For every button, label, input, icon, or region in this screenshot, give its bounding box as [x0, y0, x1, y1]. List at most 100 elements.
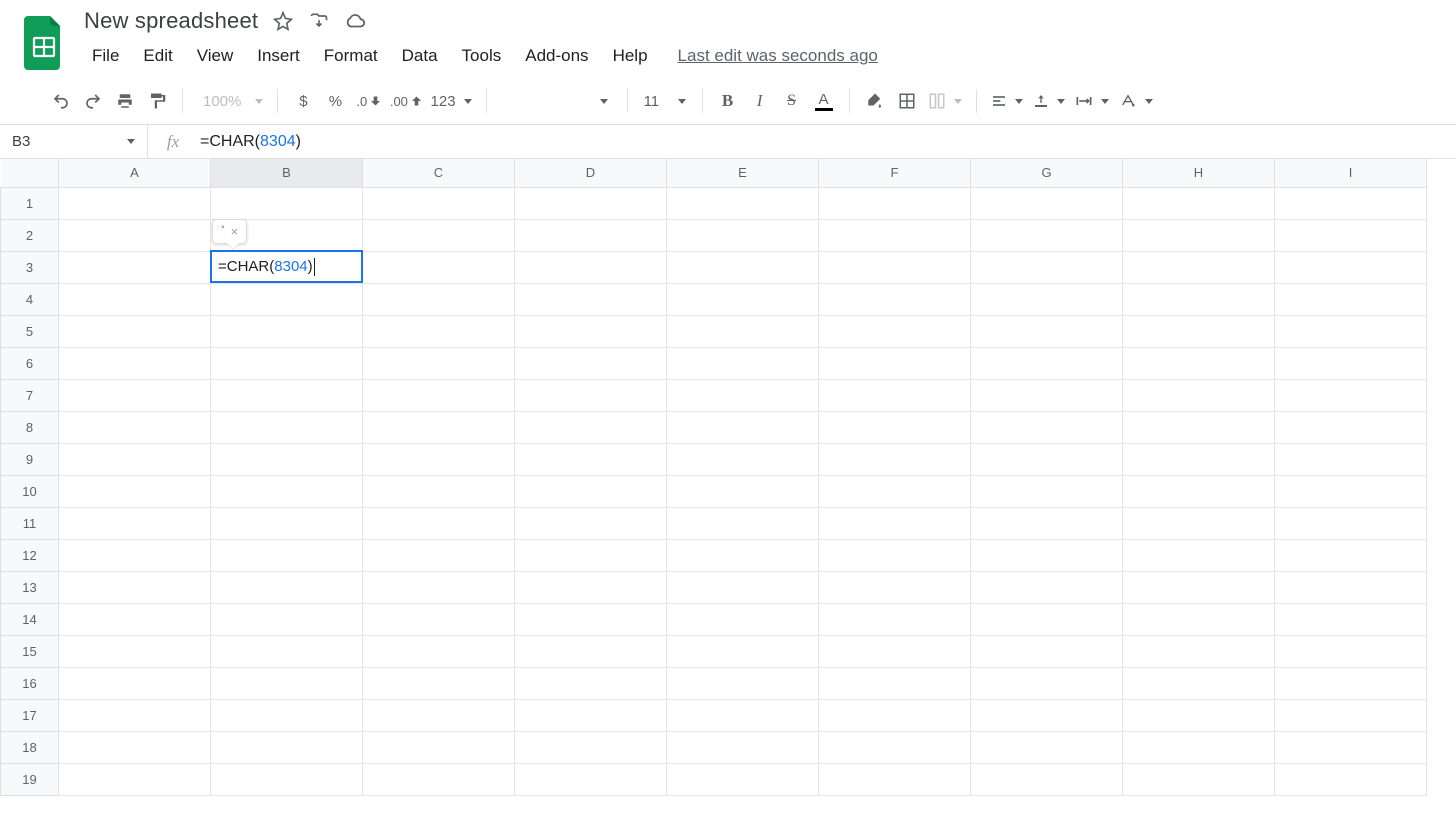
column-header-D[interactable]: D [515, 159, 667, 187]
cell-H11[interactable] [1123, 507, 1275, 539]
print-button[interactable] [110, 86, 140, 116]
name-box[interactable]: B3 [0, 125, 148, 158]
cell-A4[interactable] [59, 283, 211, 315]
cell-G18[interactable] [971, 731, 1123, 763]
cell-H16[interactable] [1123, 667, 1275, 699]
cell-C13[interactable] [363, 571, 515, 603]
cell-H15[interactable] [1123, 635, 1275, 667]
cell-F8[interactable] [819, 411, 971, 443]
cell-C8[interactable] [363, 411, 515, 443]
cell-B9[interactable] [211, 443, 363, 475]
format-percent-button[interactable]: % [320, 86, 350, 116]
cell-I16[interactable] [1275, 667, 1427, 699]
cell-D8[interactable] [515, 411, 667, 443]
cell-E14[interactable] [667, 603, 819, 635]
cell-A10[interactable] [59, 475, 211, 507]
cell-C19[interactable] [363, 763, 515, 795]
cell-A3[interactable] [59, 251, 211, 283]
cell-G14[interactable] [971, 603, 1123, 635]
row-header-2[interactable]: 2 [1, 219, 59, 251]
format-currency-button[interactable]: $ [288, 86, 318, 116]
cell-A16[interactable] [59, 667, 211, 699]
cell-D13[interactable] [515, 571, 667, 603]
cell-B19[interactable] [211, 763, 363, 795]
cell-D14[interactable] [515, 603, 667, 635]
cell-D19[interactable] [515, 763, 667, 795]
menu-addons[interactable]: Add-ons [513, 40, 600, 72]
column-header-E[interactable]: E [667, 159, 819, 187]
cell-B14[interactable] [211, 603, 363, 635]
cell-F14[interactable] [819, 603, 971, 635]
cell-A14[interactable] [59, 603, 211, 635]
menu-view[interactable]: View [185, 40, 246, 72]
cell-H12[interactable] [1123, 539, 1275, 571]
cell-I13[interactable] [1275, 571, 1427, 603]
menu-format[interactable]: Format [312, 40, 390, 72]
cell-E9[interactable] [667, 443, 819, 475]
column-header-F[interactable]: F [819, 159, 971, 187]
row-header-12[interactable]: 12 [1, 539, 59, 571]
text-color-button[interactable]: A [809, 86, 839, 116]
cell-E2[interactable] [667, 219, 819, 251]
zoom-dropdown[interactable]: 100% [193, 86, 267, 116]
increase-decimal-button[interactable]: .00 [386, 86, 425, 116]
cell-A19[interactable] [59, 763, 211, 795]
cell-I15[interactable] [1275, 635, 1427, 667]
strikethrough-button[interactable]: S [777, 86, 807, 116]
cell-C10[interactable] [363, 475, 515, 507]
text-wrap-dropdown[interactable] [1071, 86, 1113, 116]
row-header-11[interactable]: 11 [1, 507, 59, 539]
row-header-7[interactable]: 7 [1, 379, 59, 411]
cell-B15[interactable] [211, 635, 363, 667]
select-all-corner[interactable] [1, 159, 59, 187]
cell-H2[interactable] [1123, 219, 1275, 251]
cell-D12[interactable] [515, 539, 667, 571]
row-header-4[interactable]: 4 [1, 283, 59, 315]
cell-C11[interactable] [363, 507, 515, 539]
cell-D17[interactable] [515, 699, 667, 731]
row-header-9[interactable]: 9 [1, 443, 59, 475]
row-header-17[interactable]: 17 [1, 699, 59, 731]
cell-H7[interactable] [1123, 379, 1275, 411]
cell-I3[interactable] [1275, 251, 1427, 283]
cell-D3[interactable] [515, 251, 667, 283]
cell-D18[interactable] [515, 731, 667, 763]
cell-G11[interactable] [971, 507, 1123, 539]
cell-A11[interactable] [59, 507, 211, 539]
vertical-align-dropdown[interactable] [1029, 86, 1069, 116]
cell-E13[interactable] [667, 571, 819, 603]
cell-F6[interactable] [819, 347, 971, 379]
cell-G2[interactable] [971, 219, 1123, 251]
cell-G13[interactable] [971, 571, 1123, 603]
cell-E19[interactable] [667, 763, 819, 795]
cell-H5[interactable] [1123, 315, 1275, 347]
row-header-8[interactable]: 8 [1, 411, 59, 443]
menu-insert[interactable]: Insert [245, 40, 312, 72]
cell-I9[interactable] [1275, 443, 1427, 475]
cell-A17[interactable] [59, 699, 211, 731]
last-edit-link[interactable]: Last edit was seconds ago [678, 46, 878, 66]
column-header-C[interactable]: C [363, 159, 515, 187]
cell-I4[interactable] [1275, 283, 1427, 315]
menu-data[interactable]: Data [390, 40, 450, 72]
decrease-decimal-button[interactable]: .0 [352, 86, 383, 116]
cell-H4[interactable] [1123, 283, 1275, 315]
cell-A2[interactable] [59, 219, 211, 251]
sheets-logo[interactable] [22, 14, 66, 72]
row-header-18[interactable]: 18 [1, 731, 59, 763]
column-header-B[interactable]: B [211, 159, 363, 187]
cell-F18[interactable] [819, 731, 971, 763]
cell-G12[interactable] [971, 539, 1123, 571]
cell-C5[interactable] [363, 315, 515, 347]
cell-A6[interactable] [59, 347, 211, 379]
paint-format-button[interactable] [142, 86, 172, 116]
cell-B16[interactable] [211, 667, 363, 699]
cell-A9[interactable] [59, 443, 211, 475]
cell-H14[interactable] [1123, 603, 1275, 635]
cell-G6[interactable] [971, 347, 1123, 379]
row-header-10[interactable]: 10 [1, 475, 59, 507]
cell-H8[interactable] [1123, 411, 1275, 443]
column-header-I[interactable]: I [1275, 159, 1427, 187]
cell-C17[interactable] [363, 699, 515, 731]
close-icon[interactable]: × [231, 224, 239, 239]
